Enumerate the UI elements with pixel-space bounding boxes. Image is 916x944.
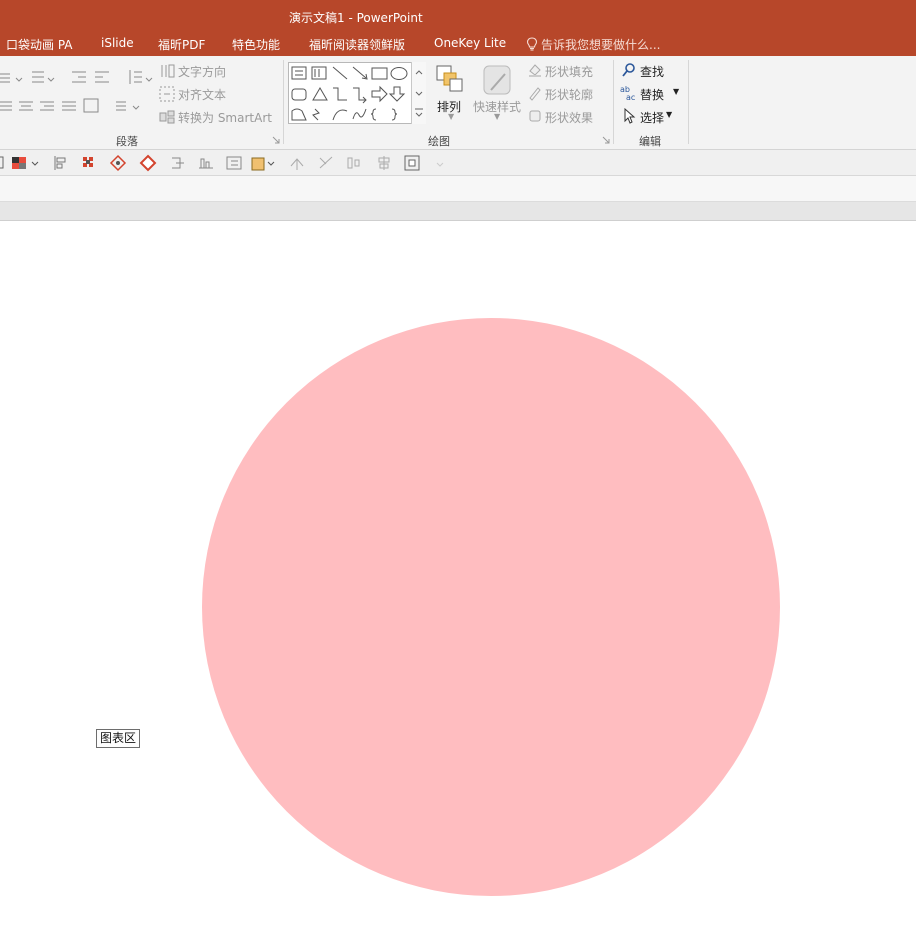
shapes-gallery-icons (291, 66, 408, 121)
tab-foxit-pdf[interactable]: 福昕PDF (158, 36, 205, 53)
text-direction-button[interactable]: 文字方向 (178, 63, 226, 80)
quick-styles-icon (483, 65, 511, 95)
window-title: 演示文稿1 - PowerPoint (289, 11, 423, 25)
cursor-icon (624, 108, 636, 124)
pie-slice[interactable] (202, 318, 780, 896)
lightbulb-icon (526, 37, 538, 51)
pie-chart[interactable] (0, 221, 916, 944)
custom-toolbar (0, 150, 916, 176)
smartart-icon (159, 110, 175, 124)
slide-canvas[interactable]: 图表区 (0, 221, 916, 944)
toolbar-strip (0, 176, 916, 202)
chevron-down-icon: ▼ (448, 112, 455, 121)
chevron-down-icon (415, 70, 423, 117)
chart-area-tooltip: 图表区 (96, 729, 141, 748)
tab-pocket-animation[interactable]: 口袋动画 PA (6, 36, 73, 53)
shape-effects-icon (529, 110, 541, 122)
paragraph-group-label: 段落 (116, 135, 138, 148)
ribbon-separator (688, 60, 689, 144)
ribbon-separator (613, 60, 614, 144)
search-icon (622, 63, 635, 77)
shape-outline-icon (529, 87, 541, 101)
tab-special-features[interactable]: 特色功能 (232, 36, 280, 53)
ruler-strip (0, 202, 916, 221)
shape-fill-button[interactable]: 形状填充 (545, 63, 593, 80)
toolbar-icons (0, 154, 444, 172)
shape-effects-button[interactable]: 形状效果 (545, 109, 593, 126)
shape-outline-button[interactable]: 形状轮廓 (545, 86, 593, 103)
text-direction-icon (161, 64, 175, 78)
editing-group-label: 编辑 (639, 135, 661, 148)
title-bar: 演示文稿1 - PowerPoint (0, 0, 916, 32)
tab-onekey-lite[interactable]: OneKey Lite (434, 36, 506, 50)
tab-islide[interactable]: iSlide (101, 36, 134, 50)
align-text-button[interactable]: 对齐文本 (178, 86, 226, 103)
ribbon-tab-bar: 口袋动画 PA iSlide 福昕PDF 特色功能 福昕阅读器领鲜版 OneKe… (0, 32, 916, 56)
chevron-down-icon: ▼ (666, 110, 673, 119)
replace-button[interactable]: 替换 (640, 86, 664, 103)
select-button[interactable]: 选择 (640, 109, 664, 126)
shapes-gallery[interactable] (288, 62, 426, 124)
chevron-down-icon: ▼ (673, 87, 680, 96)
ribbon: 文字方向 对齐文本 转换为 SmartArt 段落 排列 ▼ 快速样式 ▼ 形状… (0, 56, 916, 150)
paragraph-dialog-launcher-icon[interactable] (272, 136, 280, 144)
color-swatch-icon (12, 157, 26, 169)
ribbon-separator (283, 60, 284, 144)
align-text-icon (159, 86, 175, 102)
gallery-scroll-buttons[interactable] (411, 62, 426, 124)
drawing-group-label: 绘图 (428, 135, 450, 148)
paragraph-format-icons (0, 70, 153, 113)
tab-foxit-reader[interactable]: 福昕阅读器领鲜版 (309, 36, 405, 53)
svg-text:ac: ac (626, 93, 635, 102)
powerpoint-window: 演示文稿1 - PowerPoint 口袋动画 PA iSlide 福昕PDF … (0, 0, 916, 944)
arrange-icon (436, 65, 463, 92)
convert-smartart-button[interactable]: 转换为 SmartArt (178, 109, 272, 126)
find-button[interactable]: 查找 (640, 63, 664, 80)
replace-icon: abac (620, 85, 635, 102)
chevron-down-icon: ▼ (494, 112, 501, 121)
tell-me-box[interactable]: 告诉我您想要做什么... (526, 36, 660, 53)
shape-fill-icon (529, 64, 541, 77)
drawing-dialog-launcher-icon[interactable] (602, 136, 610, 144)
tell-me-text: 告诉我您想要做什么... (541, 38, 661, 52)
